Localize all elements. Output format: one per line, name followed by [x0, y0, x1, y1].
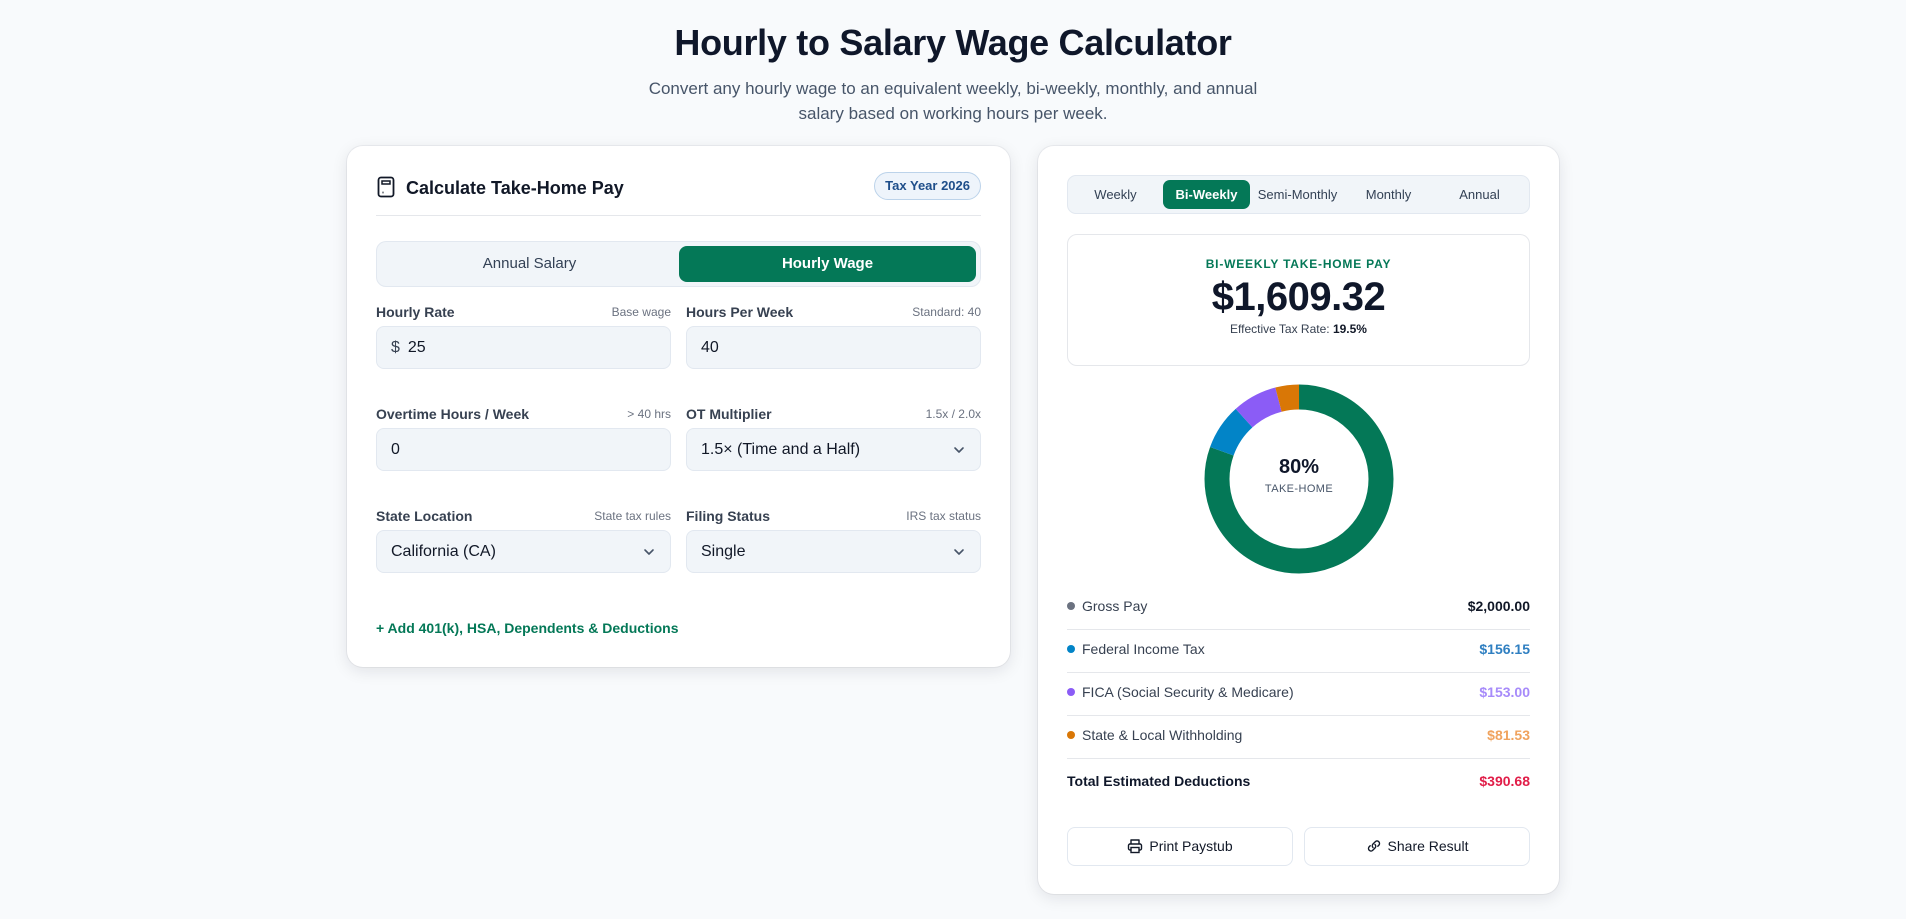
printer-icon [1128, 839, 1143, 854]
calculator-form-card: Calculate Take-Home Pay Tax Year 2026 An… [347, 146, 1010, 667]
tab-weekly[interactable]: Weekly [1072, 180, 1159, 209]
tax-rate-value: 19.5% [1332, 322, 1367, 336]
overtime-hours-hint: > 40 hrs [627, 407, 671, 421]
take-home-caption: BI-WEEKLY TAKE-HOME PAY [1205, 257, 1392, 271]
ot-multiplier-value: 1.5× (Time and a Half) [701, 441, 861, 458]
hourly-rate-input[interactable]: $25 [376, 326, 671, 369]
card-title: Calculate Take-Home Pay [406, 178, 624, 198]
annual-salary-tab[interactable]: Annual Salary [381, 246, 678, 282]
breakdown-row-federal-tax: Federal Income Tax $156.15 [1067, 630, 1530, 673]
breakdown-row-state-local: State & Local Withholding $81.53 [1067, 716, 1530, 759]
overtime-hours-value: 0 [391, 441, 400, 458]
breakdown-value: $153.00 [1479, 684, 1530, 700]
ot-multiplier-label: OT Multiplier [686, 406, 772, 422]
ot-multiplier-hint: 1.5x / 2.0x [925, 407, 981, 421]
filing-status-hint: IRS tax status [906, 509, 981, 523]
overtime-hours-label: Overtime Hours / Week [376, 406, 530, 422]
page-title: Hourly to Salary Wage Calculator [674, 22, 1232, 63]
overtime-hours-input[interactable]: 0 [376, 428, 671, 471]
state-location-hint: State tax rules [594, 509, 671, 523]
total-deductions-label: Total Estimated Deductions [1067, 773, 1251, 789]
legend-dot [1067, 602, 1075, 610]
state-location-label: State Location [376, 508, 473, 524]
effective-tax-rate: Effective Tax Rate: 19.5% [1068, 322, 1529, 336]
calculator-icon [377, 176, 395, 198]
breakdown-row-gross-pay: Gross Pay $2,000.00 [1067, 587, 1530, 630]
tab-annual[interactable]: Annual [1436, 180, 1523, 209]
donut-center: 80% TAKE-HOME [1204, 456, 1394, 495]
dollar-prefix: $ [391, 339, 400, 356]
hourly-wage-tab[interactable]: Hourly Wage [679, 246, 976, 282]
hourly-rate-value: 25 [407, 339, 426, 356]
share-result-label: Share Result [1387, 838, 1469, 854]
breakdown-value: $156.15 [1479, 641, 1530, 657]
breakdown-value: $81.53 [1487, 727, 1530, 743]
hours-per-week-input[interactable]: 40 [686, 326, 981, 369]
total-deductions-row: Total Estimated Deductions $390.68 [1067, 758, 1530, 789]
share-result-button[interactable]: Share Result [1304, 827, 1530, 866]
take-home-summary: BI-WEEKLY TAKE-HOME PAY $1,609.32 Effect… [1067, 234, 1530, 366]
breakdown-row-fica: FICA (Social Security & Medicare) $153.0… [1067, 673, 1530, 716]
page-subtitle: Convert any hourly wage to an equivalent… [648, 79, 1258, 123]
tax-year-badge: Tax Year 2026 [874, 172, 981, 200]
breakdown-label: State & Local Withholding [1082, 727, 1243, 743]
add-deductions-link[interactable]: + Add 401(k), HSA, Dependents & Deductio… [376, 620, 678, 636]
hours-per-week-value: 40 [701, 339, 719, 356]
filing-status-label: Filing Status [686, 508, 770, 524]
hourly-rate-hint: Base wage [611, 305, 671, 319]
results-card: Weekly Bi-Weekly Semi-Monthly Monthly An… [1038, 146, 1559, 894]
filing-status-select[interactable]: Single [686, 530, 981, 573]
print-paystub-button[interactable]: Print Paystub [1067, 827, 1293, 866]
state-location-value: California (CA) [391, 543, 496, 560]
tab-monthly[interactable]: Monthly [1345, 180, 1432, 209]
mode-toggle: Annual Salary Hourly Wage [376, 241, 981, 287]
filing-status-value: Single [701, 543, 746, 560]
take-home-donut-chart: 80% TAKE-HOME [1204, 384, 1394, 574]
hourly-rate-label: Hourly Rate [376, 304, 455, 320]
breakdown-label: FICA (Social Security & Medicare) [1082, 684, 1294, 700]
tab-bi-weekly[interactable]: Bi-Weekly [1163, 180, 1250, 209]
deductions-breakdown: Gross Pay $2,000.00 Federal Income Tax $… [1067, 587, 1530, 759]
print-paystub-label: Print Paystub [1149, 838, 1233, 854]
chevron-down-icon [644, 549, 654, 555]
state-location-select[interactable]: California (CA) [376, 530, 671, 573]
breakdown-label: Gross Pay [1082, 598, 1148, 614]
chevron-down-icon [954, 549, 964, 555]
tax-rate-label: Effective Tax Rate: [1230, 322, 1330, 336]
total-deductions-value: $390.68 [1479, 773, 1530, 789]
hours-per-week-hint: Standard: 40 [912, 305, 981, 319]
card-header: Calculate Take-Home Pay Tax Year 2026 [376, 172, 981, 216]
link-icon [1367, 840, 1380, 852]
donut-label: TAKE-HOME [1264, 483, 1334, 495]
hours-per-week-label: Hours Per Week [686, 304, 794, 320]
take-home-amount: $1,609.32 [1211, 275, 1386, 319]
tab-semi-monthly[interactable]: Semi-Monthly [1254, 180, 1341, 209]
chevron-down-icon [954, 447, 964, 453]
donut-percent: 80% [1278, 456, 1320, 478]
period-tabs: Weekly Bi-Weekly Semi-Monthly Monthly An… [1067, 175, 1530, 214]
legend-dot [1067, 645, 1075, 653]
ot-multiplier-select[interactable]: 1.5× (Time and a Half) [686, 428, 981, 471]
breakdown-label: Federal Income Tax [1082, 641, 1205, 657]
breakdown-value: $2,000.00 [1467, 598, 1530, 614]
legend-dot [1067, 731, 1075, 739]
legend-dot [1067, 688, 1075, 696]
